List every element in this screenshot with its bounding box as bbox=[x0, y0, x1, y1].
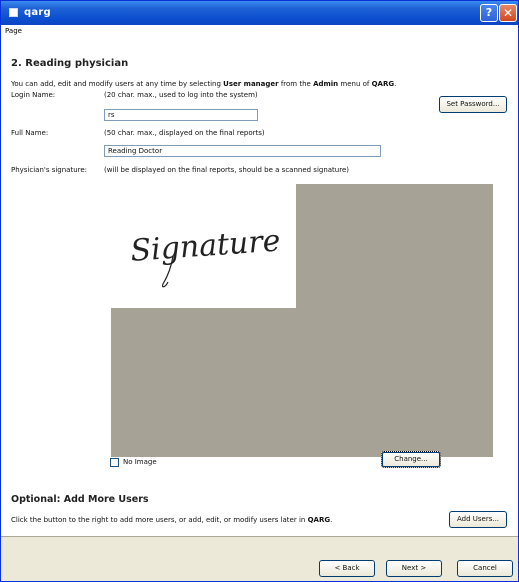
set-password-button[interactable]: Set Password... bbox=[439, 96, 507, 113]
login-name-field[interactable]: rs bbox=[104, 109, 258, 121]
no-image-checkbox[interactable] bbox=[110, 458, 119, 467]
no-image-label[interactable]: No Image bbox=[123, 458, 157, 466]
info-text-part-3: menu of bbox=[338, 80, 372, 88]
signature-drawing: Signature bbox=[129, 223, 282, 288]
info-text: You can add, edit and modify users at an… bbox=[11, 80, 396, 88]
change-signature-button[interactable]: Change... bbox=[381, 451, 441, 468]
optional-text-app-name: QARG bbox=[307, 516, 331, 524]
login-name-hint: (20 char. max., used to log into the sys… bbox=[104, 91, 258, 99]
help-button[interactable]: ? bbox=[480, 4, 498, 22]
optional-text-part-1: Click the button to the right to add mor… bbox=[11, 516, 308, 524]
optional-section-title: Optional: Add More Users bbox=[11, 494, 149, 505]
page-title: 2. Reading physician bbox=[11, 58, 129, 69]
info-text-user-manager: User manager bbox=[223, 80, 279, 88]
login-name-label: Login Name: bbox=[11, 91, 56, 99]
signature-hint: (will be displayed on the final reports,… bbox=[104, 166, 350, 174]
optional-text-end: . bbox=[330, 516, 333, 524]
add-users-button[interactable]: Add Users... bbox=[449, 511, 507, 528]
close-button[interactable]: ✕ bbox=[499, 4, 517, 22]
close-icon: ✕ bbox=[502, 6, 514, 20]
full-name-hint: (50 char. max., displayed on the final r… bbox=[104, 129, 265, 137]
title-bar[interactable]: qarg ? ✕ bbox=[1, 1, 518, 25]
menu-bar: Page bbox=[1, 25, 518, 38]
full-name-field[interactable]: Reading Doctor bbox=[104, 145, 381, 157]
signature-image: Signature bbox=[111, 184, 296, 308]
wizard-footer: < Back Next > Cancel bbox=[1, 537, 518, 581]
next-button[interactable]: Next > bbox=[386, 560, 442, 577]
info-text-part-2: from the bbox=[278, 80, 314, 88]
window-title: qarg bbox=[24, 7, 51, 18]
full-name-label: Full Name: bbox=[11, 129, 49, 137]
back-button[interactable]: < Back bbox=[319, 560, 375, 577]
menu-item-page[interactable]: Page bbox=[5, 27, 22, 35]
info-text-part-1: You can add, edit and modify users at an… bbox=[11, 80, 224, 88]
info-text-app-name: QARG bbox=[371, 80, 395, 88]
signature-text: Signature bbox=[129, 223, 281, 268]
wizard-content: 2. Reading physician You can add, edit a… bbox=[1, 38, 518, 536]
cancel-button[interactable]: Cancel bbox=[457, 560, 513, 577]
optional-section-text: Click the button to the right to add mor… bbox=[11, 516, 332, 524]
help-icon: ? bbox=[485, 6, 493, 19]
app-window: qarg ? ✕ Page 2. Reading physician You c… bbox=[0, 0, 519, 582]
app-icon bbox=[9, 8, 18, 17]
info-text-admin: Admin bbox=[313, 80, 339, 88]
info-text-end: . bbox=[394, 80, 397, 88]
signature-label: Physician's signature: bbox=[11, 166, 88, 174]
